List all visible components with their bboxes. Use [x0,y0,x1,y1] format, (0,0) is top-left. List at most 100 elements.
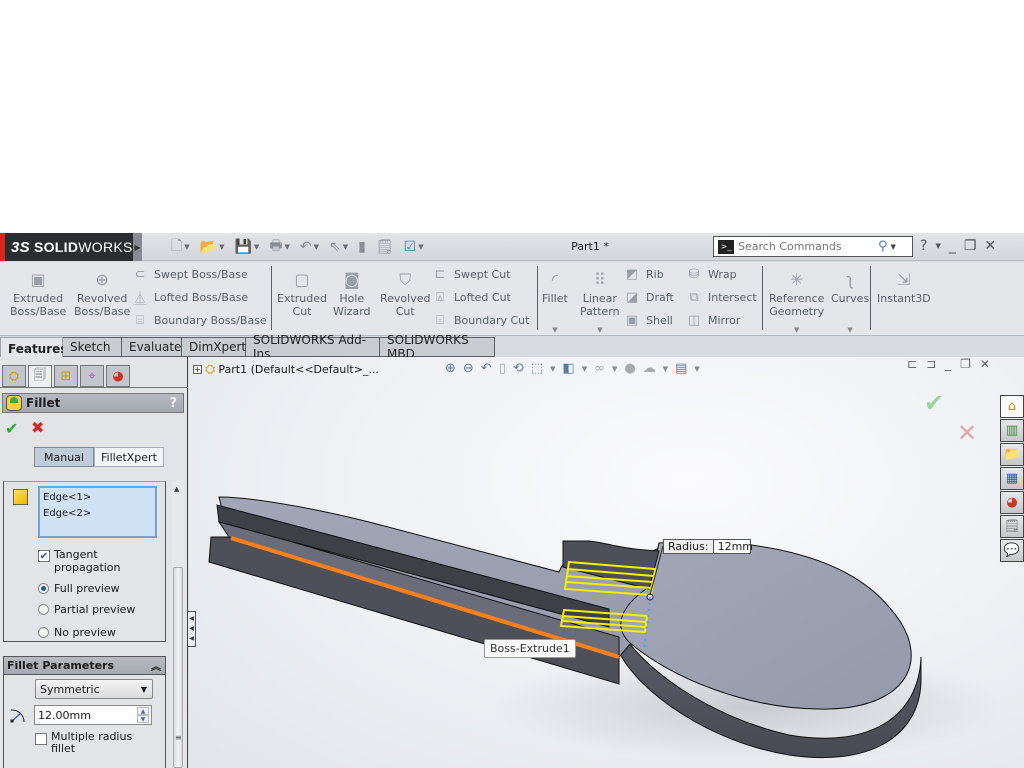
help-icon[interactable]: ? [169,396,177,411]
select-button[interactable]: ⇖ ▼ [326,237,351,257]
items-to-fillet-list[interactable]: Edge<1> Edge<2> [38,486,157,538]
tab-sketch[interactable]: Sketch [63,337,122,357]
checkbox-checked-icon[interactable]: ✔ [38,550,50,562]
scroll-up-icon[interactable]: ▲ [174,485,179,493]
radius-spinner[interactable]: ▲ ▼ [137,707,149,723]
close-icon[interactable]: ✕ [984,238,996,254]
curves-button[interactable]: ʅ Curves ▼ [831,268,869,337]
revolved-boss-icon: ⊕ [95,269,109,289]
rebuild-button[interactable]: ▮ [355,237,369,257]
print-button[interactable]: 🖶 ▼ [266,237,293,257]
chevron-down-icon[interactable]: ▼ [597,324,602,337]
save-button[interactable]: 💾 ▼ [231,237,262,257]
radio-unselected-icon[interactable] [38,604,49,615]
tab-evaluate[interactable]: Evaluate [122,337,182,357]
lofted-cut-button[interactable]: ⍓ Lofted Cut [432,287,511,307]
chevron-down-icon[interactable]: ▼ [552,324,557,337]
linear-pattern-button[interactable]: ⠿ Linear Pattern ▼ [580,268,620,337]
collapse-chevrons-icon[interactable]: ︽ [151,658,161,673]
new-document-button[interactable]: 🗋 ▼ [168,237,193,257]
tab-dimxpert[interactable]: DimXpert [182,337,246,357]
radius-callout[interactable]: Radius: 12mm [663,539,753,554]
hole-wizard-button[interactable]: ◙ Hole Wizard [333,268,371,318]
radio-selected-icon[interactable] [38,583,49,594]
fillet-method-select[interactable]: Symmetric ▼ [35,679,153,699]
spin-up-icon[interactable]: ▲ [137,707,149,715]
tab-features[interactable]: Features [0,337,67,359]
key-3d-model[interactable] [189,357,1024,768]
chevron-down-icon[interactable]: ▼ [184,243,189,251]
radius-input[interactable]: 12.00mm ▲ ▼ [34,705,152,725]
manager-tabs: ⛭ 🗐 ⊞ ⌖ ◕ [2,365,130,387]
file-properties-button[interactable]: 🗒 [373,237,397,257]
feature-manager-tab[interactable]: ⛭ [2,365,26,387]
tangent-propagation-checkbox[interactable]: ✔ Tangent propagation [38,548,121,574]
extruded-cut-button[interactable]: ▢ Extruded Cut [277,268,327,318]
revolved-boss-button[interactable]: ⊕ Revolved Boss/Base [74,268,130,318]
chevron-down-icon[interactable]: ▼ [285,243,290,251]
draft-button[interactable]: ◪ Draft [624,287,674,307]
intersect-button[interactable]: ⧉ Intersect [686,287,756,307]
solidworks-logo[interactable]: 3S SOLID WORKS [0,233,133,261]
shell-button[interactable]: ▣ Shell [624,310,673,330]
chevron-down-icon[interactable]: ▼ [891,243,896,251]
list-item[interactable]: Edge<2> [43,506,152,522]
chevron-down-icon[interactable]: ▼ [219,243,224,251]
graphics-area[interactable]: + ⛭ Part1 (Default<<Default>_... ⊕ ⊖ ↶ ▯… [189,357,1024,768]
chevron-down-icon[interactable]: ▼ [254,243,259,251]
chevron-down-icon[interactable]: ▼ [314,243,319,251]
chevron-down-icon[interactable]: ▼ [794,324,799,337]
filletxpert-tab[interactable]: FilletXpert [94,447,164,467]
help-icon[interactable]: ? [920,238,927,254]
property-manager-scrollbar[interactable]: ▲ ≡ [172,481,184,768]
swept-cut-button[interactable]: ⊏ Swept Cut [432,264,511,284]
property-manager-tab[interactable]: 🗐 [28,365,52,387]
fillet-button[interactable]: ◜ Fillet ▼ [542,268,568,337]
list-item[interactable]: Edge<1> [43,490,152,506]
mirror-button[interactable]: ◫ Mirror [686,310,741,330]
full-preview-radio[interactable]: Full preview [38,582,120,595]
radius-callout-value[interactable]: 12mm [714,540,753,553]
no-preview-radio[interactable]: No preview [38,626,116,639]
display-manager-tab[interactable]: ◕ [106,365,130,387]
revolved-cut-button[interactable]: ⛉ Revolved Cut [380,268,430,318]
tab-solidworks-add-ins[interactable]: SOLIDWORKS Add-Ins [246,333,380,361]
configuration-manager-tab[interactable]: ⊞ [54,365,78,387]
lofted-boss-button[interactable]: ⏅ Lofted Boss/Base [132,287,248,307]
fillet-parameters-header[interactable]: Fillet Parameters ︽ [3,656,166,675]
boundary-cut-button[interactable]: ⌸ Boundary Cut [432,310,529,330]
chevron-down-icon[interactable]: ▼ [418,243,423,251]
chevron-down-icon[interactable]: ▼ [935,242,940,250]
manual-tab[interactable]: Manual [34,447,94,467]
menu-expand-arrow-icon[interactable]: ▶ [133,233,142,261]
chevron-down-icon[interactable]: ▼ [343,243,348,251]
instant3d-button[interactable]: ⇲ Instant3D [877,268,931,305]
cancel-button[interactable]: ✖ [31,418,44,437]
shell-label: Shell [646,313,673,327]
rib-button[interactable]: ◩ Rib [624,264,664,284]
swept-boss-button[interactable]: ⊂ Swept Boss/Base [132,264,248,284]
minimize-icon[interactable]: _ [949,238,956,254]
restore-icon[interactable]: ❐ [964,238,977,254]
spin-down-icon[interactable]: ▼ [137,715,149,723]
extruded-boss-button[interactable]: ▣ Extruded Boss/Base [10,268,66,318]
search-input[interactable] [738,240,874,253]
collapse-arrow-icon: ◀ [189,615,194,622]
reference-geometry-button[interactable]: ✳ Reference Geometry ▼ [769,268,824,337]
panel-collapse-handle[interactable]: ◀ ◀ ◀ [188,611,196,647]
options-button[interactable]: ☑ ▼ [401,237,427,257]
undo-button[interactable]: ↶ ▼ [297,237,322,257]
search-commands-box[interactable]: >_ ⚲ ▼ [713,236,913,257]
partial-preview-radio[interactable]: Partial preview [38,603,135,616]
ok-button[interactable]: ✔ [5,419,18,438]
checkbox-unchecked-icon[interactable] [35,733,47,745]
chevron-down-icon[interactable]: ▼ [847,324,852,337]
boundary-boss-button[interactable]: ⌸ Boundary Boss/Base [132,310,267,330]
wrap-button[interactable]: ⛁ Wrap [686,264,737,284]
tab-solidworks-mbd[interactable]: SOLIDWORKS MBD [380,333,495,361]
multiple-radius-fillet-checkbox[interactable]: Multiple radius fillet [35,731,132,755]
dimxpert-manager-tab[interactable]: ⌖ [80,365,104,387]
search-icon[interactable]: ⚲ [878,239,888,254]
open-button[interactable]: 📂 ▼ [197,237,228,257]
radio-unselected-icon[interactable] [38,627,49,638]
